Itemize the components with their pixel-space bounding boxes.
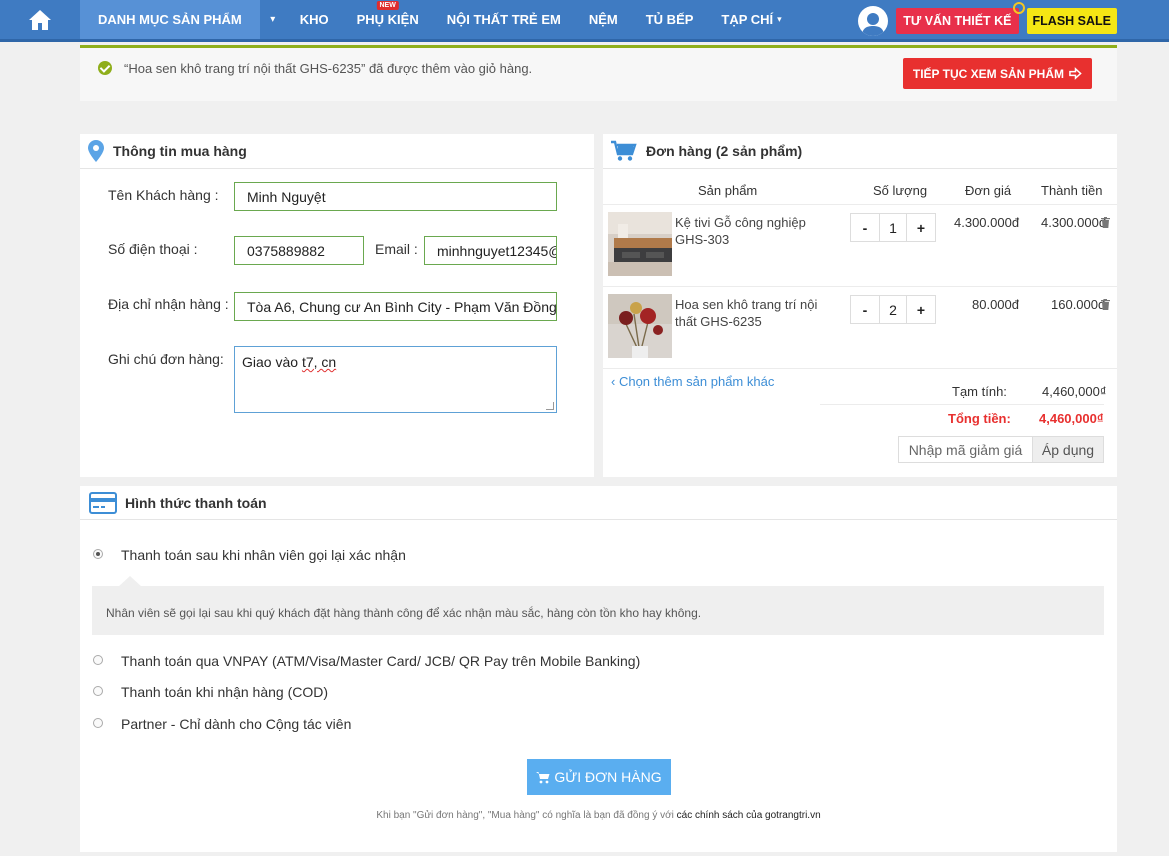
buyer-info-title: Thông tin mua hàng xyxy=(113,143,247,159)
note-label: Ghi chú đơn hàng: xyxy=(108,351,224,367)
top-navigation: DANH MỤC SẢN PHẨM ▾ KHO NEW PHỤ KIỆN NỘI… xyxy=(0,0,1169,42)
chevron-down-icon[interactable]: ▾ xyxy=(260,0,286,39)
decrease-quantity-button[interactable]: - xyxy=(851,296,879,323)
credit-card-icon xyxy=(89,491,117,514)
buyer-info-header: Thông tin mua hàng xyxy=(80,134,594,169)
home-link[interactable] xyxy=(0,0,80,39)
nav-item-mattress[interactable]: NỆM xyxy=(575,0,632,39)
payment-radio-cod[interactable] xyxy=(93,686,103,696)
total-label: Tổng tiền: xyxy=(948,411,1011,426)
email-field[interactable]: minhnguyet12345@ xyxy=(424,236,557,265)
new-badge: NEW xyxy=(376,1,399,10)
nav-item-kids-furniture[interactable]: NỘI THẤT TRẺ EM xyxy=(433,0,575,39)
column-header-quantity: Số lượng xyxy=(873,183,928,198)
line-total: 4.300.000đ xyxy=(1041,215,1107,230)
flash-sale-button[interactable]: FLASH SALE xyxy=(1026,8,1117,34)
payment-radio-partner[interactable] xyxy=(93,718,103,728)
nav-item-storage[interactable]: KHO xyxy=(286,0,343,39)
payment-radio-callback[interactable] xyxy=(93,549,103,559)
product-name[interactable]: Hoa sen khô trang trí nội thất GHS-6235 xyxy=(675,296,841,330)
chevron-down-icon: ▾ xyxy=(777,14,782,24)
email-label: Email : xyxy=(375,241,418,257)
column-header-unit-price: Đơn giá xyxy=(965,183,1012,198)
buyer-info-panel: Thông tin mua hàng Tên Khách hàng : Minh… xyxy=(80,134,594,477)
policy-link[interactable]: các chính sách của gotrangtri.vn xyxy=(677,810,821,821)
terms-note: Khi bạn "Gửi đơn hàng", "Mua hàng" có ng… xyxy=(376,810,821,821)
trash-icon[interactable] xyxy=(1101,216,1110,228)
coupon-input[interactable]: Nhập mã giảm giá xyxy=(899,437,1033,462)
order-panel: Đơn hàng (2 sản phẩm) Sản phẩm Số lượng … xyxy=(603,134,1117,477)
nav-right: TƯ VẤN THIẾT KẾ FLASH SALE xyxy=(858,0,1117,42)
divider xyxy=(820,404,1104,405)
chevron-left-icon: ‹ xyxy=(611,374,619,389)
add-more-products-link[interactable]: ‹ Chọn thêm sản phẩm khác xyxy=(611,374,774,389)
payment-option-label[interactable]: Thanh toán qua VNPAY (ATM/Visa/Master Ca… xyxy=(121,653,640,669)
product-thumbnail-lotus[interactable] xyxy=(608,294,672,358)
increase-quantity-button[interactable]: + xyxy=(907,214,935,241)
unit-price: 80.000đ xyxy=(972,297,1019,312)
payment-header: Hình thức thanh toán xyxy=(80,486,1117,520)
payment-option-label[interactable]: Thanh toán sau khi nhân viên gọi lại xác… xyxy=(121,547,406,563)
phone-field[interactable]: 0375889882 xyxy=(234,236,364,265)
continue-shopping-button[interactable]: TIẾP TỤC XEM SẢN PHẨM xyxy=(902,58,1092,89)
check-circle-icon xyxy=(98,61,112,75)
nav-menu: DANH MỤC SẢN PHẨM ▾ KHO NEW PHỤ KIỆN NỘI… xyxy=(80,0,796,39)
coupon-group: Nhập mã giảm giá Áp dụng xyxy=(898,436,1104,463)
line-total: 160.000đ xyxy=(1051,297,1106,312)
submit-order-button[interactable]: GỬI ĐƠN HÀNG xyxy=(527,759,671,795)
decrease-quantity-button[interactable]: - xyxy=(851,214,879,241)
quantity-stepper: - 2 + xyxy=(850,295,936,324)
nav-item-magazine[interactable]: TẠP CHÍ ▾ xyxy=(707,0,795,39)
name-label: Tên Khách hàng : xyxy=(108,187,219,203)
payment-panel: Hình thức thanh toán Thanh toán sau khi … xyxy=(80,486,1117,852)
notice-message: “Hoa sen khô trang trí nội thất GHS-6235… xyxy=(124,61,533,76)
trash-icon[interactable] xyxy=(1101,298,1110,310)
map-pin-icon xyxy=(88,140,104,162)
customer-name-field[interactable]: Minh Nguyệt xyxy=(234,182,557,211)
quantity-value[interactable]: 1 xyxy=(879,214,907,241)
divider xyxy=(603,204,1117,205)
apply-coupon-button[interactable]: Áp dụng xyxy=(1033,437,1103,462)
increase-quantity-button[interactable]: + xyxy=(907,296,935,323)
product-thumbnail-tv-shelf[interactable] xyxy=(608,212,672,276)
nav-item-product-categories[interactable]: DANH MỤC SẢN PHẨM xyxy=(80,0,260,39)
order-title: Đơn hàng (2 sản phẩm) xyxy=(646,143,803,159)
nav-item-kitchen-cabinet[interactable]: TỦ BẾP xyxy=(632,0,708,39)
cart-added-notice: “Hoa sen khô trang trí nội thất GHS-6235… xyxy=(80,45,1117,101)
address-label: Địa chỉ nhận hàng : xyxy=(108,296,229,312)
nav-item-accessories[interactable]: NEW PHỤ KIỆN xyxy=(343,0,433,39)
column-header-line-total: Thành tiền xyxy=(1041,183,1103,198)
payment-option-label[interactable]: Thanh toán khi nhận hàng (COD) xyxy=(121,684,328,700)
ring-icon xyxy=(1012,2,1025,14)
subtotal-label: Tạm tính: xyxy=(952,384,1007,399)
unit-price: 4.300.000đ xyxy=(954,215,1020,230)
payment-option-label[interactable]: Partner - Chỉ dành cho Cộng tác viên xyxy=(121,716,351,732)
home-icon xyxy=(29,9,51,30)
cart-icon xyxy=(536,771,550,783)
quantity-stepper: - 1 + xyxy=(850,213,936,242)
quantity-value[interactable]: 2 xyxy=(879,296,907,323)
phone-label: Số điện thoại : xyxy=(108,241,198,257)
order-note-textarea[interactable]: Giao vào t7, cn xyxy=(234,346,557,413)
payment-radio-vnpay[interactable] xyxy=(93,655,103,665)
cart-icon xyxy=(611,140,637,161)
address-field[interactable]: Tòa A6, Chung cư An Bình City - Phạm Văn… xyxy=(234,292,557,321)
order-header: Đơn hàng (2 sản phẩm) xyxy=(603,134,1117,169)
resize-handle-icon[interactable] xyxy=(546,402,554,410)
subtotal-value: 4,460,000₫ xyxy=(1042,384,1107,399)
payment-title: Hình thức thanh toán xyxy=(125,494,267,511)
product-name[interactable]: Kệ tivi Gỗ công nghiệp GHS-303 xyxy=(675,214,841,248)
divider xyxy=(603,286,1117,287)
design-consult-button[interactable]: TƯ VẤN THIẾT KẾ xyxy=(896,2,1025,34)
divider xyxy=(603,368,1117,369)
column-header-product: Sản phẩm xyxy=(698,183,758,198)
total-value: 4,460,000₫ xyxy=(1039,411,1104,426)
arrow-right-icon xyxy=(1069,67,1082,80)
payment-info-box: Nhân viên sẽ gọi lại sau khi quý khách đ… xyxy=(92,586,1104,635)
user-icon xyxy=(862,13,885,36)
user-avatar[interactable] xyxy=(858,6,889,36)
